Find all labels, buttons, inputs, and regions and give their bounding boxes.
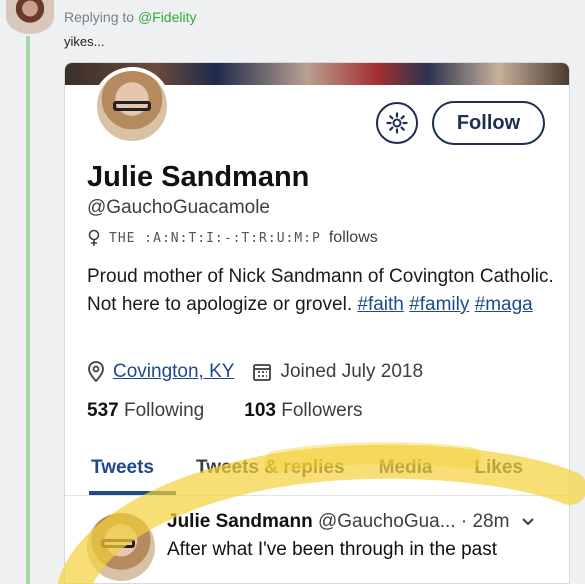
tab-tweets-replies[interactable]: Tweets & replies <box>196 448 345 495</box>
calendar-icon <box>253 364 272 381</box>
followers-count: 103 <box>244 400 276 421</box>
tweet-header: Julie Sandmann @GauchoGua... · 28m <box>167 511 535 533</box>
replying-to: Replying to @Fidelity <box>64 9 197 25</box>
profile-name: Julie Sandmann <box>87 161 310 193</box>
profile-tabs: Tweets Tweets & replies Media Likes <box>65 448 569 496</box>
female-icon <box>88 229 100 246</box>
replying-prefix: Replying to <box>64 9 135 25</box>
thread-line <box>26 36 30 584</box>
profile-meta: Covington, KY Joined July 2018 <box>87 361 423 383</box>
tweet-author-name: Julie Sandmann <box>167 511 313 532</box>
chevron-down-icon[interactable] <box>521 517 535 527</box>
followers-label: Followers <box>281 400 363 421</box>
follows-you-row: THE :A:N:T:I:-:T:R:U:M:P follows <box>87 229 378 247</box>
tab-likes[interactable]: Likes <box>474 448 523 495</box>
tweet-handle-time: @GauchoGua... · 28m <box>317 511 510 532</box>
commenter-avatar[interactable] <box>6 0 54 34</box>
location-link[interactable]: Covington, KY <box>113 361 234 383</box>
comment-text: yikes... <box>64 34 105 49</box>
gear-icon <box>386 112 408 134</box>
joined-date: Joined July 2018 <box>280 361 424 382</box>
followers-stat[interactable]: 103 Followers <box>244 400 362 422</box>
settings-button[interactable] <box>376 102 418 144</box>
tab-tweets[interactable]: Tweets <box>89 448 177 495</box>
tab-media[interactable]: Media <box>379 448 433 495</box>
location-pin-icon <box>88 361 104 383</box>
hashtag-faith[interactable]: #faith <box>357 294 403 315</box>
follows-suffix: follows <box>328 229 378 246</box>
profile-avatar <box>93 67 171 145</box>
following-label: Following <box>123 400 205 421</box>
profile-stats: 537 Following 103 Followers <box>87 400 363 422</box>
hashtag-maga[interactable]: #maga <box>475 294 533 315</box>
tweet-text: After what I've been through in the past <box>167 539 498 560</box>
tweet-avatar[interactable] <box>87 513 155 581</box>
hashtag-family[interactable]: #family <box>409 294 469 315</box>
follows-org[interactable]: THE :A:N:T:I:-:T:R:U:M:P <box>109 231 321 246</box>
following-count: 537 <box>87 400 119 421</box>
replying-handle-link[interactable]: @Fidelity <box>138 9 197 25</box>
follow-button[interactable]: Follow <box>432 101 545 145</box>
profile-handle: @GauchoGuacamole <box>87 197 270 218</box>
profile-bio: Proud mother of Nick Sandmann of Covingt… <box>87 263 557 319</box>
following-stat[interactable]: 537 Following <box>87 400 204 422</box>
embedded-screenshot: Follow Julie Sandmann @GauchoGuacamole T… <box>64 62 570 584</box>
